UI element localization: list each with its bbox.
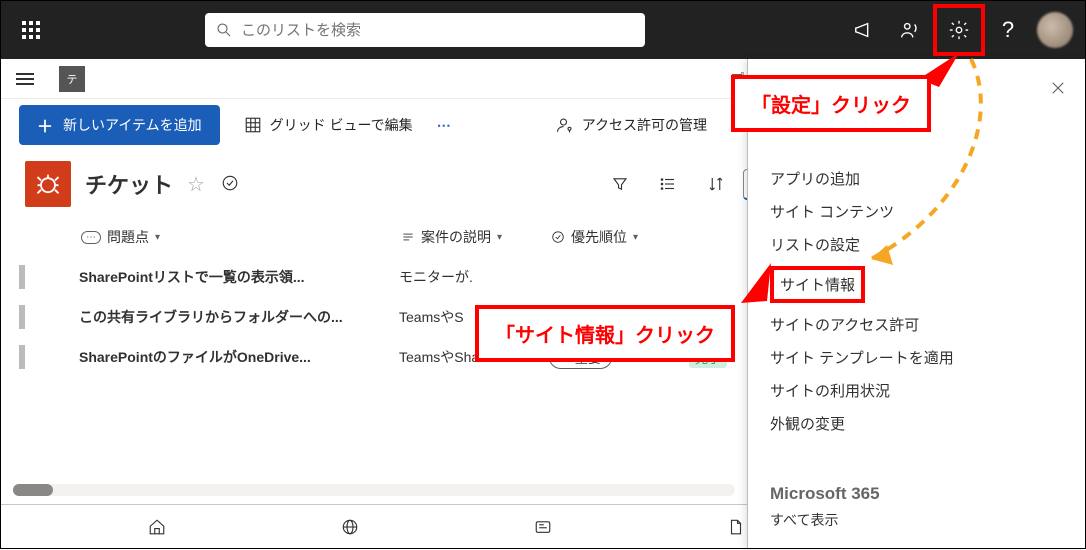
- avatar[interactable]: [1037, 12, 1073, 48]
- annotation-site-info-click: 「サイト情報」クリック: [475, 305, 735, 362]
- settings-item-add-app[interactable]: アプリの追加: [770, 167, 1063, 190]
- column-header-description[interactable]: 案件の説明 ▾: [401, 227, 551, 247]
- list-title: チケット: [85, 168, 173, 200]
- choice-icon: [551, 230, 565, 244]
- plus-icon: ＋: [37, 113, 53, 137]
- chevron-down-icon: ▾: [497, 232, 502, 243]
- sort-icon: [707, 175, 725, 193]
- settings-button[interactable]: [933, 4, 985, 56]
- column-label: 案件の説明: [421, 227, 491, 247]
- sort-button[interactable]: [695, 168, 737, 200]
- help-icon: ?: [1002, 17, 1014, 43]
- item-title[interactable]: SharePointリストで一覧の表示領...: [79, 267, 399, 287]
- filter-button[interactable]: [599, 168, 641, 200]
- new-item-label: 新しいアイテムを追加: [63, 115, 202, 135]
- megaphone-icon: [853, 19, 875, 41]
- column-label: 問題点: [107, 227, 149, 247]
- filter-icon: [611, 175, 629, 193]
- file-icon: [727, 518, 745, 536]
- globe-icon: [341, 518, 359, 536]
- group-button[interactable]: [647, 168, 689, 200]
- nav-news[interactable]: [519, 505, 567, 549]
- settings-item-apply-template[interactable]: サイト テンプレートを適用: [770, 346, 1063, 369]
- column-header-problem[interactable]: ⋯ 問題点 ▾: [81, 227, 401, 247]
- list-icon-sm: [659, 175, 677, 193]
- search-icon: [215, 21, 233, 39]
- horizontal-scrollbar[interactable]: [13, 484, 735, 496]
- scrollbar-thumb[interactable]: [13, 484, 53, 496]
- chevron-down-icon: ▾: [633, 232, 638, 243]
- settings-panel: アプリの追加 サイト コンテンツ リストの設定 サイト情報 サイトのアクセス許可…: [747, 59, 1085, 548]
- settings-item-site-contents[interactable]: サイト コンテンツ: [770, 200, 1063, 223]
- row-handle[interactable]: [19, 265, 25, 289]
- list-icon: [25, 161, 71, 207]
- chevron-down-icon: ▾: [155, 232, 160, 243]
- search-box[interactable]: [205, 13, 645, 47]
- hamburger-icon: [16, 73, 34, 85]
- edit-grid-button[interactable]: グリッド ビューで編集: [244, 115, 413, 135]
- manage-access-button[interactable]: アクセス許可の管理: [556, 115, 707, 135]
- manage-access-label: アクセス許可の管理: [582, 115, 707, 135]
- megaphone-button[interactable]: [841, 6, 887, 54]
- nav-hamburger[interactable]: [9, 63, 41, 95]
- settings-item-site-permissions[interactable]: サイトのアクセス許可: [770, 313, 1063, 336]
- text-icon: [401, 230, 415, 244]
- nav-sites[interactable]: [326, 505, 374, 549]
- new-item-button[interactable]: ＋ 新しいアイテムを追加: [19, 105, 220, 145]
- help-button[interactable]: ?: [985, 6, 1031, 54]
- published-check-icon[interactable]: [221, 174, 239, 195]
- bug-icon: [34, 170, 62, 198]
- person-key-icon: [556, 116, 574, 134]
- column-type-icon: ⋯: [81, 231, 101, 244]
- item-description: モニターが.: [399, 267, 549, 287]
- nav-home[interactable]: [133, 505, 181, 549]
- close-panel-button[interactable]: [1049, 77, 1067, 103]
- settings-footer-title: Microsoft 365: [770, 484, 880, 504]
- gear-icon: [948, 19, 970, 41]
- column-label: 優先順位: [571, 227, 627, 247]
- site-logo[interactable]: テ: [59, 66, 85, 92]
- favorite-star[interactable]: ☆: [187, 172, 205, 197]
- row-handle[interactable]: [19, 345, 25, 369]
- edit-grid-label: グリッド ビューで編集: [270, 115, 413, 135]
- person-voice-icon: [899, 19, 921, 41]
- settings-item-change-look[interactable]: 外観の変更: [770, 412, 1063, 435]
- search-input[interactable]: [241, 22, 635, 39]
- home-icon: [148, 518, 166, 536]
- item-title[interactable]: この共有ライブラリからフォルダーへの...: [79, 307, 399, 327]
- settings-item-site-info[interactable]: サイト情報: [770, 266, 865, 303]
- column-header-priority[interactable]: 優先順位 ▾: [551, 227, 691, 247]
- settings-show-all[interactable]: すべて表示: [770, 510, 880, 530]
- waffle-icon: [22, 21, 40, 39]
- command-overflow[interactable]: ⋯: [437, 117, 453, 134]
- app-launcher[interactable]: [7, 6, 55, 54]
- close-icon: [1049, 79, 1067, 97]
- settings-item-site-usage[interactable]: サイトの利用状況: [770, 379, 1063, 402]
- item-title[interactable]: SharePointのファイルがOneDrive...: [79, 347, 399, 367]
- grid-icon: [244, 116, 262, 134]
- news-icon: [534, 518, 552, 536]
- immersive-reader-button[interactable]: [887, 6, 933, 54]
- row-handle[interactable]: [19, 305, 25, 329]
- settings-item-list-settings[interactable]: リストの設定: [770, 233, 1063, 256]
- annotation-settings-click: 「設定」クリック: [731, 75, 931, 132]
